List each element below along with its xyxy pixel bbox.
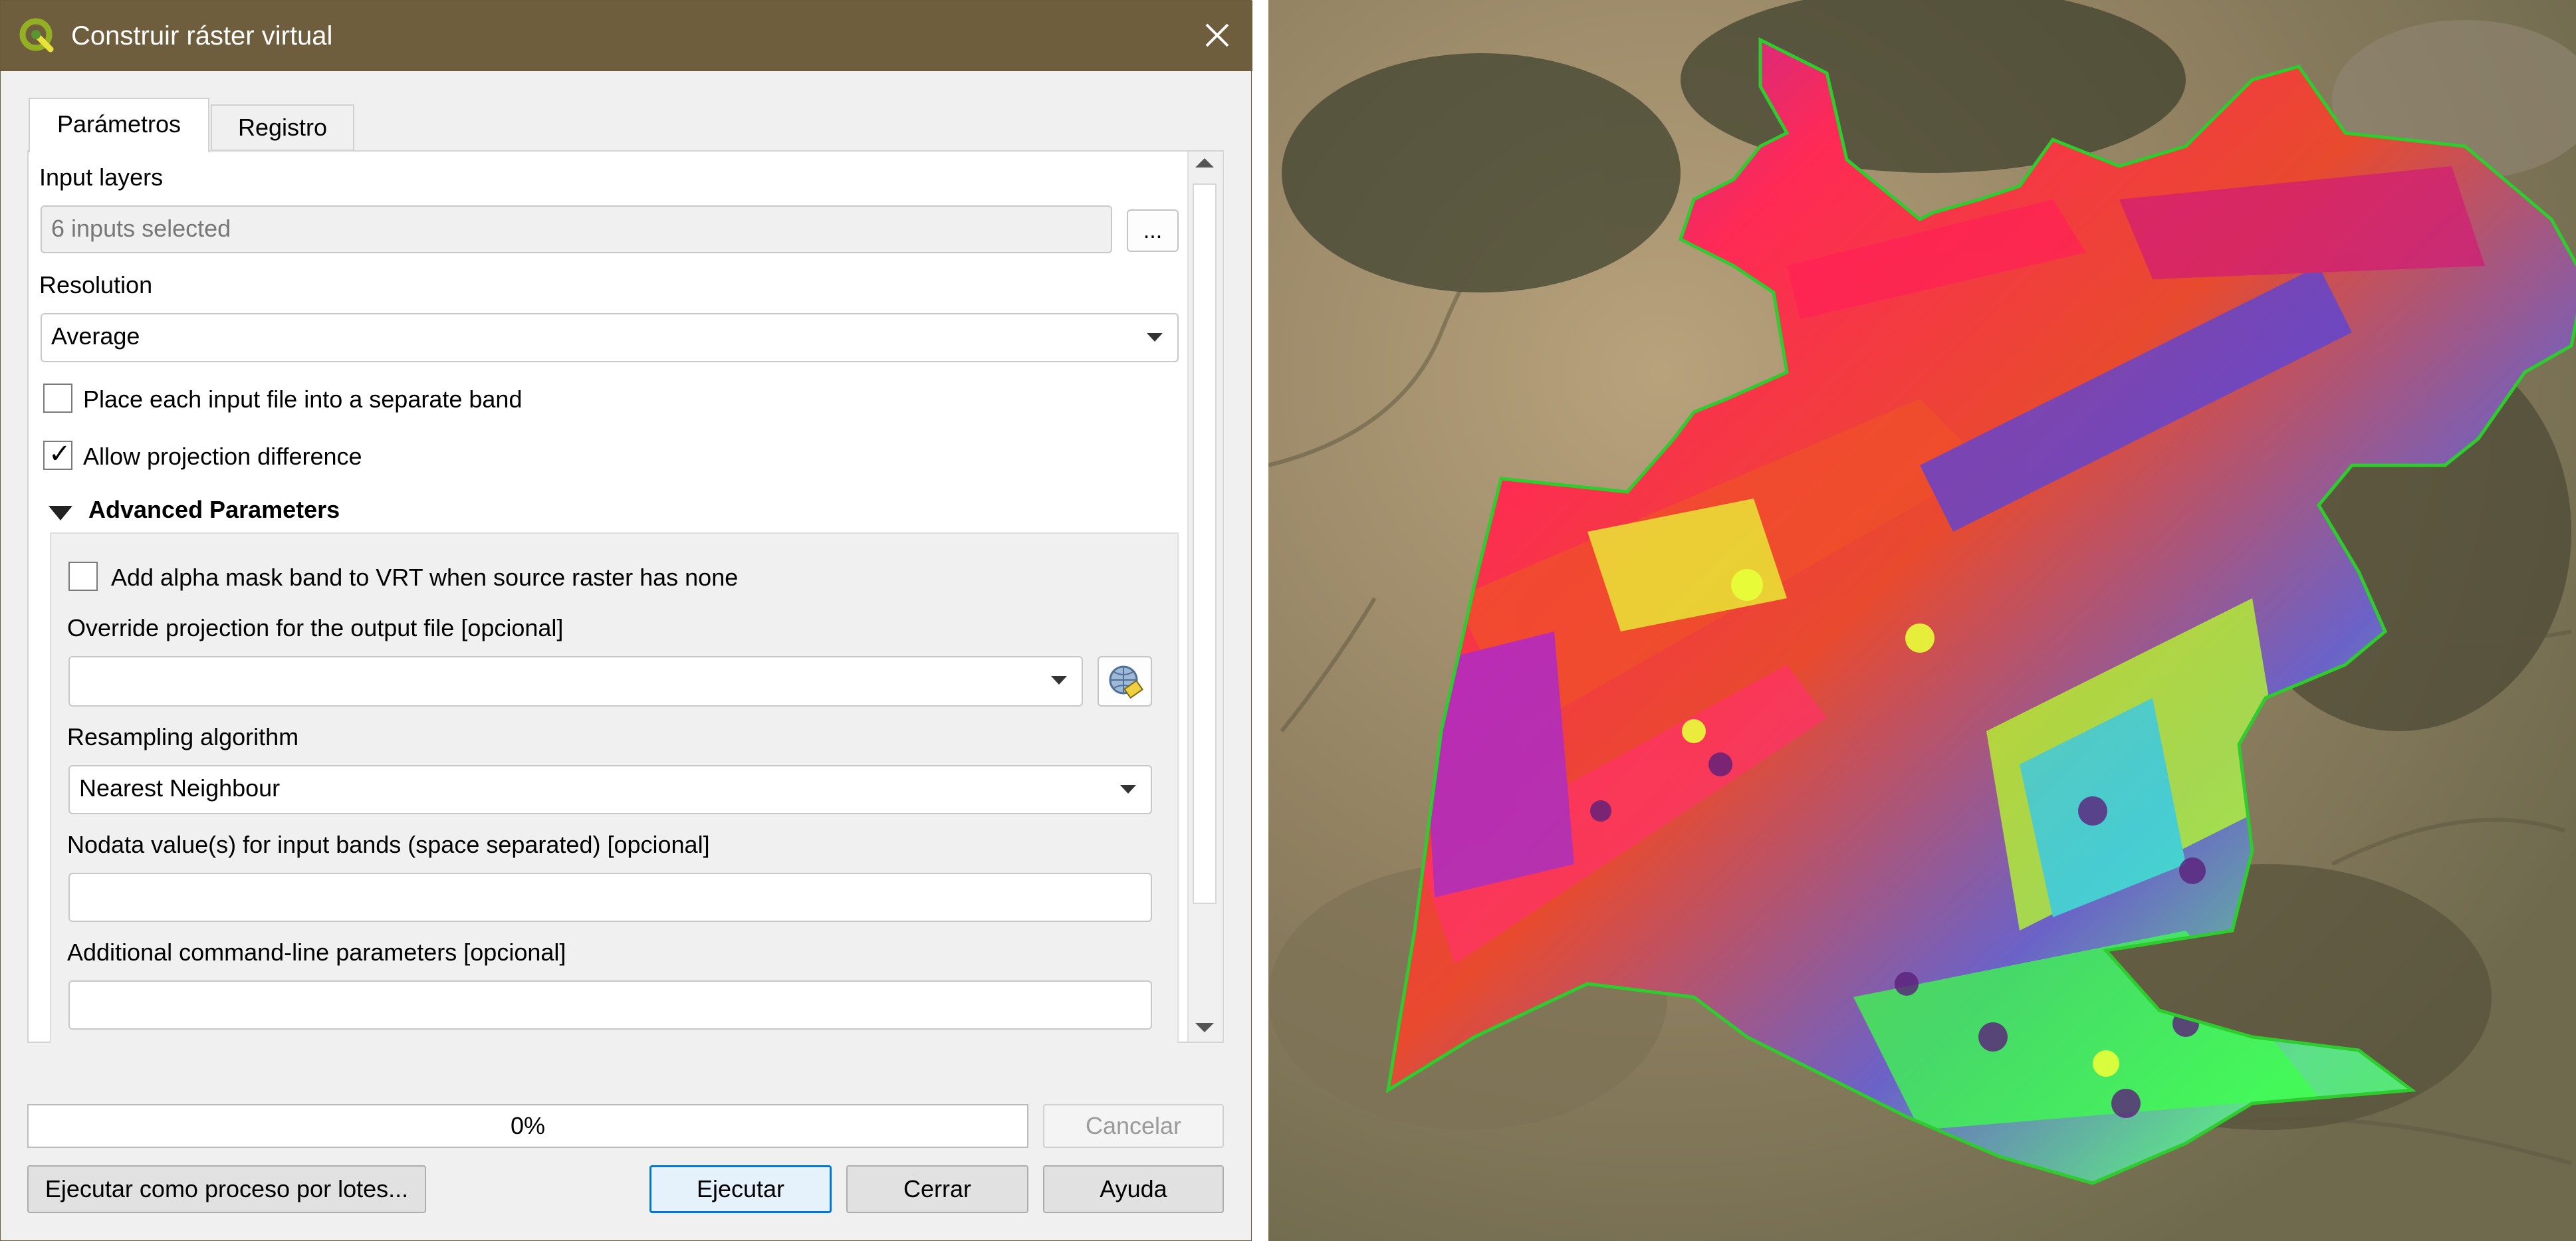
resolution-value: Average <box>51 322 140 350</box>
run-button[interactable]: Ejecutar <box>649 1165 832 1213</box>
collapse-triangle-icon[interactable] <box>47 503 74 523</box>
qgis-logo-icon <box>19 18 54 53</box>
resolution-label: Resolution <box>39 271 153 298</box>
checkmark-icon: ✓ <box>49 439 71 469</box>
scroll-thumb[interactable] <box>1193 183 1217 904</box>
scroll-down-icon[interactable] <box>1195 1023 1214 1032</box>
map-canvas[interactable] <box>1268 0 2576 1241</box>
nodata-input[interactable] <box>68 873 1152 922</box>
extra-params-input[interactable] <box>68 980 1152 1030</box>
allow-projection-label: Allow projection difference <box>83 443 362 470</box>
resampling-value: Nearest Neighbour <box>79 774 281 802</box>
resolution-select[interactable]: Average <box>41 313 1179 362</box>
advanced-parameters-header[interactable]: Advanced Parameters <box>88 495 340 524</box>
input-layers-label: Input layers <box>39 164 164 191</box>
batch-process-button[interactable]: Ejecutar como proceso por lotes... <box>27 1165 426 1213</box>
processing-dialog: Construir ráster virtual Parámetros Regi… <box>0 0 1252 1241</box>
globe-icon <box>1109 665 1143 699</box>
override-projection-select[interactable] <box>68 656 1083 707</box>
alpha-mask-checkbox[interactable] <box>68 562 98 591</box>
chevron-down-icon <box>1120 785 1136 794</box>
title-bar[interactable]: Construir ráster virtual <box>1 1 1252 71</box>
progress-text: 0% <box>510 1112 546 1139</box>
alpha-mask-label: Add alpha mask band to VRT when source r… <box>111 564 739 591</box>
resampling-label: Resampling algorithm <box>67 723 299 750</box>
allow-projection-checkbox[interactable]: ✓ <box>43 439 72 470</box>
tab-parameters[interactable]: Parámetros <box>29 98 209 152</box>
extra-params-label: Additional command-line parameters [opci… <box>67 939 566 966</box>
progress-bar: 0% <box>27 1104 1028 1148</box>
separate-band-label: Place each input file into a separate ba… <box>83 386 523 413</box>
scroll-up-icon[interactable] <box>1195 158 1214 168</box>
resampling-select[interactable]: Nearest Neighbour <box>68 765 1152 814</box>
override-projection-label: Override projection for the output file … <box>67 614 564 641</box>
window-title: Construir ráster virtual <box>71 21 333 51</box>
chevron-down-icon <box>1147 333 1163 342</box>
close-icon[interactable] <box>1197 15 1237 55</box>
help-button[interactable]: Ayuda <box>1043 1165 1224 1213</box>
select-crs-button[interactable] <box>1098 656 1152 707</box>
browse-layers-button[interactable]: ... <box>1127 209 1179 252</box>
input-layers-field[interactable]: 6 inputs selected <box>41 205 1112 253</box>
cancel-button[interactable]: Cancelar <box>1043 1104 1224 1148</box>
close-button[interactable]: Cerrar <box>846 1165 1028 1213</box>
map-svg <box>1268 0 2576 1241</box>
chevron-down-icon <box>1051 676 1067 685</box>
vertical-scrollbar[interactable] <box>1187 152 1222 1042</box>
separate-band-checkbox[interactable] <box>43 384 72 413</box>
nodata-label: Nodata value(s) for input bands (space s… <box>67 831 710 858</box>
tab-log[interactable]: Registro <box>211 104 354 151</box>
